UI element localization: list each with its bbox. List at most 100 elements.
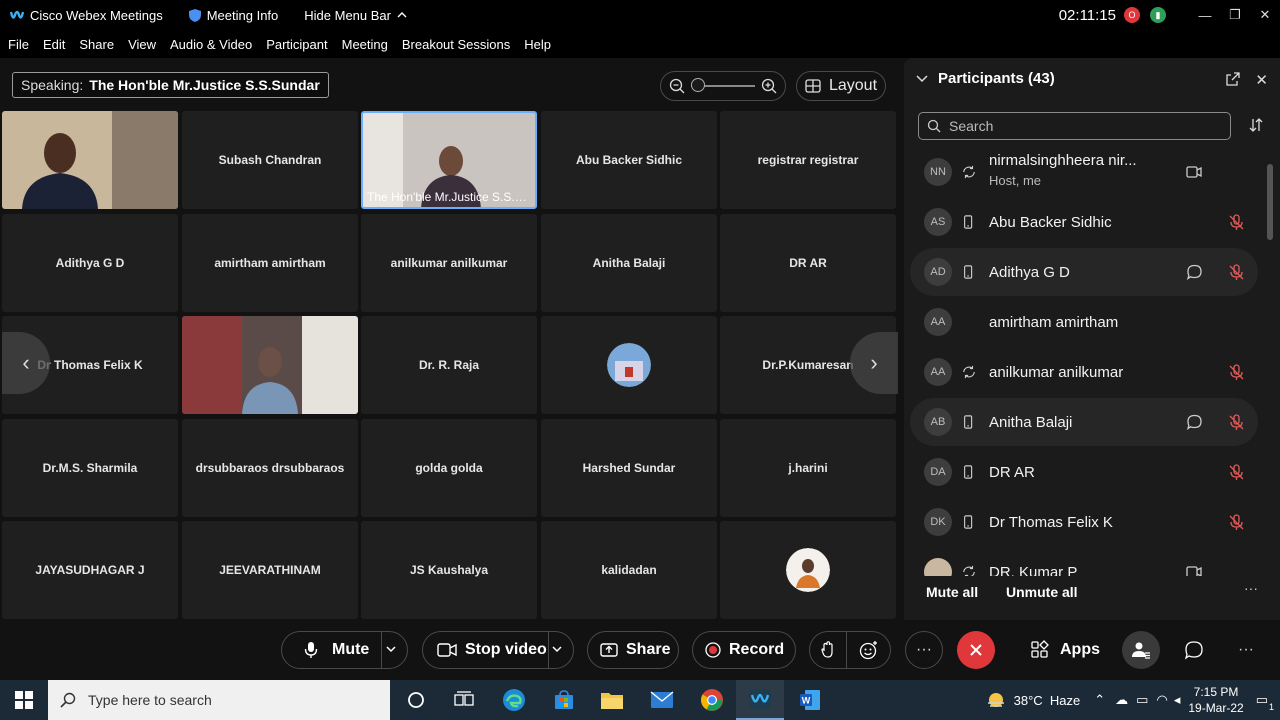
microsoft-store-icon[interactable] [540, 680, 588, 720]
close-panel-icon[interactable]: ✕ [1255, 71, 1268, 89]
video-tile[interactable]: registrar registrar [720, 111, 896, 209]
share-button[interactable]: Share [587, 631, 679, 669]
video-tile[interactable]: anilkumar anilkumar [361, 214, 537, 312]
menu-edit[interactable]: Edit [43, 37, 65, 52]
webex-taskbar-icon[interactable] [736, 680, 784, 720]
participant-list-scrollbar[interactable] [1266, 152, 1274, 576]
menu-participant[interactable]: Participant [266, 37, 327, 52]
word-icon[interactable]: W [786, 680, 834, 720]
zoom-slider-knob[interactable] [691, 78, 705, 92]
meeting-info-button[interactable]: Meeting Info [188, 8, 278, 23]
participant-row[interactable]: NN nirmalsinghheera nir... Host, me [910, 148, 1258, 196]
onedrive-cloud-icon[interactable]: ☁ [1115, 692, 1128, 708]
record-button[interactable]: Record [692, 631, 796, 669]
zoom-out-icon[interactable] [669, 78, 685, 94]
minimize-button[interactable]: — [1190, 0, 1220, 30]
menu-file[interactable]: File [8, 37, 29, 52]
reactions-button[interactable] [847, 631, 891, 669]
video-tile[interactable]: Abu Backer Sidhic [541, 111, 717, 209]
task-view-icon[interactable] [440, 680, 488, 720]
participant-row[interactable]: AS Abu Backer Sidhic [910, 198, 1258, 246]
participants-header[interactable]: Participants (43) [916, 70, 1055, 87]
video-tile[interactable]: JS Kaushalya [361, 521, 537, 619]
participant-row[interactable]: AA amirtham amirtham [910, 298, 1258, 346]
video-tile[interactable]: JEEVARATHINAM [182, 521, 358, 619]
video-tile[interactable] [720, 521, 896, 619]
microphone-muted-icon[interactable] [1228, 364, 1244, 380]
participant-row[interactable]: AA anilkumar anilkumar [910, 348, 1258, 396]
zoom-in-icon[interactable] [761, 78, 777, 94]
microphone-muted-icon[interactable] [1228, 264, 1244, 280]
video-camera-icon[interactable] [1186, 564, 1202, 576]
hide-menu-bar-button[interactable]: Hide Menu Bar [304, 8, 407, 23]
taskbar-search-input[interactable]: Type here to search [48, 680, 390, 720]
chevron-down-icon[interactable] [551, 643, 563, 655]
chat-button[interactable] [1184, 631, 1204, 669]
video-tile[interactable] [541, 316, 717, 414]
video-tile[interactable]: Adithya G D [2, 214, 178, 312]
stop-video-button[interactable]: Stop video [422, 631, 574, 669]
panel-more-icon[interactable]: ··· [1244, 580, 1258, 596]
unmute-all-button[interactable]: Unmute all [1006, 584, 1078, 600]
video-camera-icon[interactable] [1186, 164, 1202, 180]
mail-icon[interactable] [638, 680, 686, 720]
more-menu-icon[interactable]: ··· [1238, 631, 1254, 669]
participant-row[interactable]: DA DR AR [910, 448, 1258, 496]
menu-view[interactable]: View [128, 37, 156, 52]
chat-icon[interactable] [1186, 264, 1202, 280]
participant-row[interactable]: DR. Kumar P [910, 548, 1258, 576]
file-explorer-icon[interactable] [588, 680, 636, 720]
menu-audio-video[interactable]: Audio & Video [170, 37, 252, 52]
video-tile[interactable] [182, 316, 358, 414]
layout-button[interactable]: Layout [796, 71, 886, 101]
taskbar-clock[interactable]: 7:15 PM 19-Mar-22 [1188, 684, 1243, 716]
chevron-down-icon[interactable] [385, 643, 397, 655]
leave-meeting-button[interactable] [957, 631, 995, 669]
video-tile[interactable]: Dr. R. Raja [361, 316, 537, 414]
sort-icon[interactable] [1248, 117, 1264, 133]
video-tile[interactable]: golda golda [361, 419, 537, 517]
apps-button[interactable]: Apps [1030, 631, 1100, 669]
chat-icon[interactable] [1186, 414, 1202, 430]
chrome-icon[interactable] [688, 680, 736, 720]
video-tile[interactable]: Anitha Balaji [541, 214, 717, 312]
microphone-muted-icon[interactable] [1228, 464, 1244, 480]
popout-icon[interactable] [1226, 72, 1240, 86]
video-tile[interactable]: drsubbaraos drsubbaraos [182, 419, 358, 517]
more-options-button[interactable]: ··· [905, 631, 943, 669]
video-tile[interactable]: Harshed Sundar [541, 419, 717, 517]
network-health-icon[interactable]: ▮ [1150, 7, 1166, 23]
user-badge[interactable]: O [1124, 7, 1140, 23]
edge-browser-icon[interactable] [490, 680, 538, 720]
chevron-up-icon[interactable]: ⌃ [1094, 692, 1105, 708]
participants-toggle-button[interactable] [1122, 631, 1160, 669]
microphone-muted-icon[interactable] [1228, 414, 1244, 430]
video-tile[interactable]: j.harini [720, 419, 896, 517]
volume-icon[interactable]: ◂ [1174, 692, 1181, 708]
wifi-icon[interactable]: ◠ [1156, 692, 1167, 708]
battery-icon[interactable]: ▭ [1136, 692, 1148, 708]
zoom-slider[interactable] [691, 78, 755, 92]
windows-start-button[interactable] [0, 680, 48, 720]
mute-button[interactable]: Mute [281, 631, 408, 669]
raise-hand-button[interactable] [809, 631, 847, 669]
video-tile[interactable]: JAYASUDHAGAR J [2, 521, 178, 619]
video-tile[interactable]: kalidadan [541, 521, 717, 619]
participant-row[interactable]: AD Adithya G D [910, 248, 1258, 296]
participant-row[interactable]: AB Anitha Balaji [910, 398, 1258, 446]
video-tile[interactable]: DR AR [720, 214, 896, 312]
menu-breakout-sessions[interactable]: Breakout Sessions [402, 37, 510, 52]
video-tile[interactable]: Subash Chandran [182, 111, 358, 209]
video-tile[interactable]: amirtham amirtham [182, 214, 358, 312]
menu-help[interactable]: Help [524, 37, 551, 52]
scrollbar-thumb[interactable] [1267, 164, 1273, 240]
video-tile[interactable] [2, 111, 178, 209]
video-tile[interactable]: Dr.M.S. Sharmila [2, 419, 178, 517]
microphone-muted-icon[interactable] [1228, 214, 1244, 230]
restore-button[interactable]: ❐ [1220, 0, 1250, 30]
weather-text[interactable]: 38°C Haze [1014, 693, 1081, 708]
mute-all-button[interactable]: Mute all [926, 584, 978, 600]
menu-share[interactable]: Share [79, 37, 114, 52]
notification-icon[interactable]: ▭ 1 [1256, 692, 1274, 712]
participant-row[interactable]: DK Dr Thomas Felix K [910, 498, 1258, 546]
